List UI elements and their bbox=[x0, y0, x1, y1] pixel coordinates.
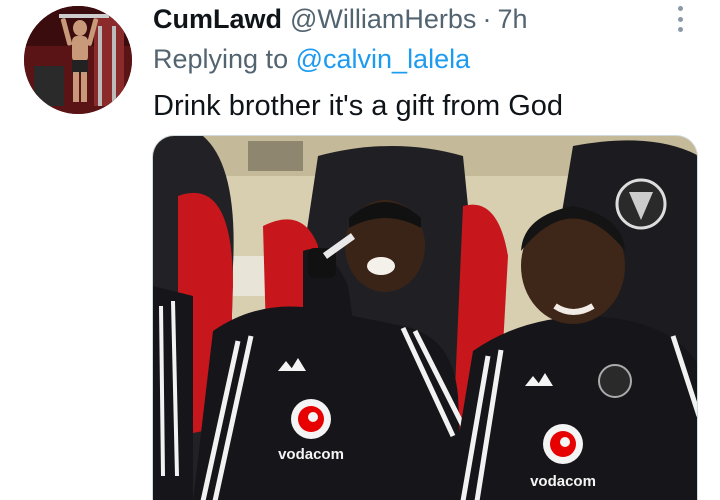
avatar-image bbox=[24, 6, 132, 114]
more-dot bbox=[677, 16, 683, 22]
timestamp[interactable]: 7h bbox=[497, 2, 527, 36]
tweet-media[interactable]: vodacom vodacom bbox=[152, 135, 698, 500]
sponsor-text-left: vodacom bbox=[278, 446, 344, 463]
more-vertical-icon[interactable] bbox=[670, 4, 690, 34]
tweet-card[interactable]: CumLawd @WilliamHerbs · 7h Replying to @… bbox=[0, 0, 720, 500]
avatar[interactable] bbox=[24, 6, 132, 114]
more-dot bbox=[677, 6, 683, 11]
media-photo: vodacom vodacom bbox=[153, 136, 697, 500]
tweet-text: Drink brother it's a gift from God bbox=[153, 90, 564, 122]
reply-prefix: Replying to bbox=[153, 44, 289, 74]
reply-to-link[interactable]: @calvin_lalela bbox=[296, 44, 471, 74]
replying-to: Replying to @calvin_lalela bbox=[153, 42, 470, 76]
sponsor-text-right: vodacom bbox=[530, 473, 596, 490]
user-handle[interactable]: @WilliamHerbs bbox=[290, 2, 476, 36]
display-name[interactable]: CumLawd bbox=[153, 2, 282, 36]
more-dot bbox=[677, 27, 683, 32]
tweet-header: CumLawd @WilliamHerbs · 7h bbox=[153, 2, 527, 36]
separator-dot: · bbox=[482, 4, 492, 34]
